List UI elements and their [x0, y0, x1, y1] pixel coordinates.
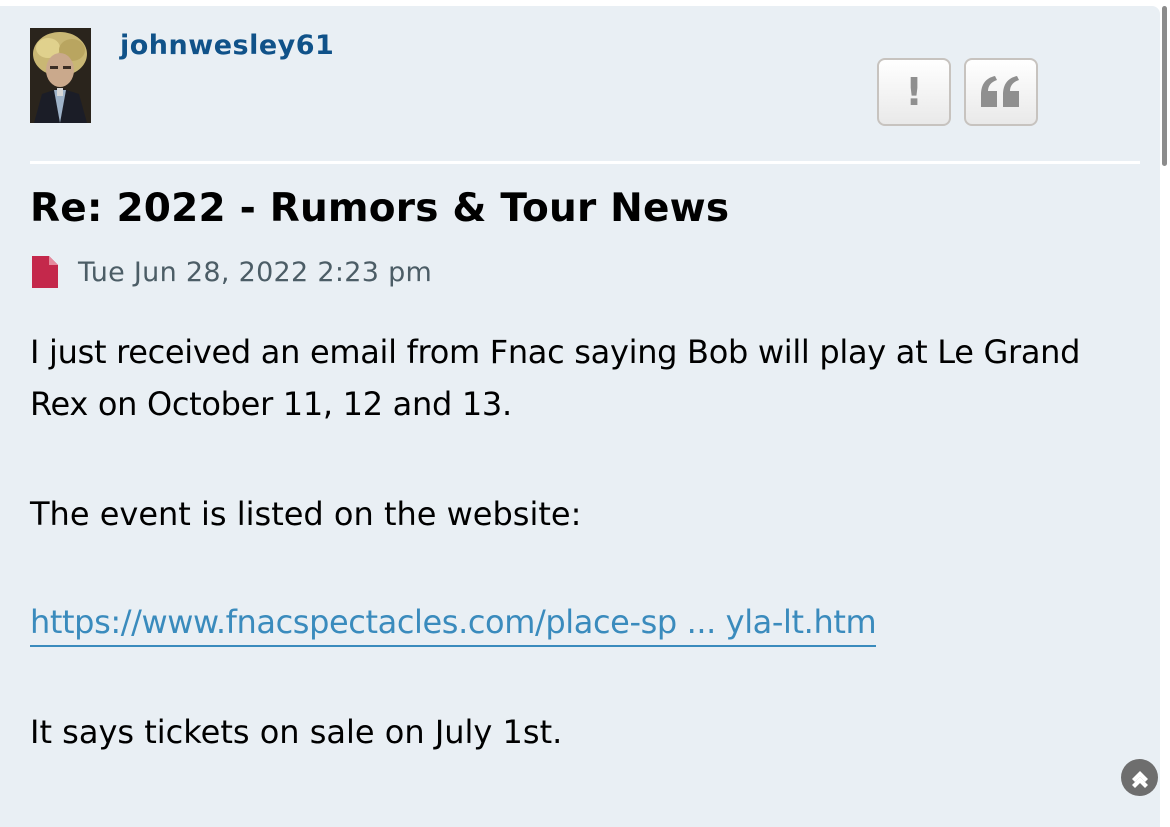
post-meta: Tue Jun 28, 2022 2:23 pm: [32, 256, 432, 288]
post-divider: [30, 161, 1140, 164]
post-link-paragraph: https://www.fnacspectacles.com/place-sp …: [30, 596, 1120, 648]
chevron-up-icon: [1131, 770, 1148, 788]
back-to-top-button[interactable]: [1121, 759, 1158, 796]
report-button[interactable]: !: [877, 58, 951, 126]
post-paragraph: I just received an email from Fnac sayin…: [30, 333, 1081, 423]
quote-button[interactable]: [964, 58, 1038, 126]
username-link[interactable]: johnwesley61: [120, 30, 334, 61]
post-link[interactable]: https://www.fnacspectacles.com/place-sp …: [30, 603, 877, 647]
scrollbar[interactable]: [1160, 0, 1170, 827]
post-date: Tue Jun 28, 2022 2:23 pm: [78, 256, 433, 288]
post-container: johnwesley61 ! Re: 2022 - Rumors & Tour …: [0, 6, 1160, 827]
post-paragraph: The event is listed on the website:: [30, 495, 582, 533]
post-paragraph: It says tickets on sale on July 1st.: [30, 713, 563, 751]
post-title[interactable]: Re: 2022 - Rumors & Tour News: [30, 186, 729, 231]
quote-icon: [981, 76, 1019, 107]
file-icon[interactable]: [32, 256, 58, 288]
scrollbar-thumb[interactable]: [1162, 6, 1167, 166]
avatar[interactable]: [30, 28, 91, 123]
avatar-image: [30, 28, 91, 123]
exclamation-icon: !: [905, 70, 923, 114]
